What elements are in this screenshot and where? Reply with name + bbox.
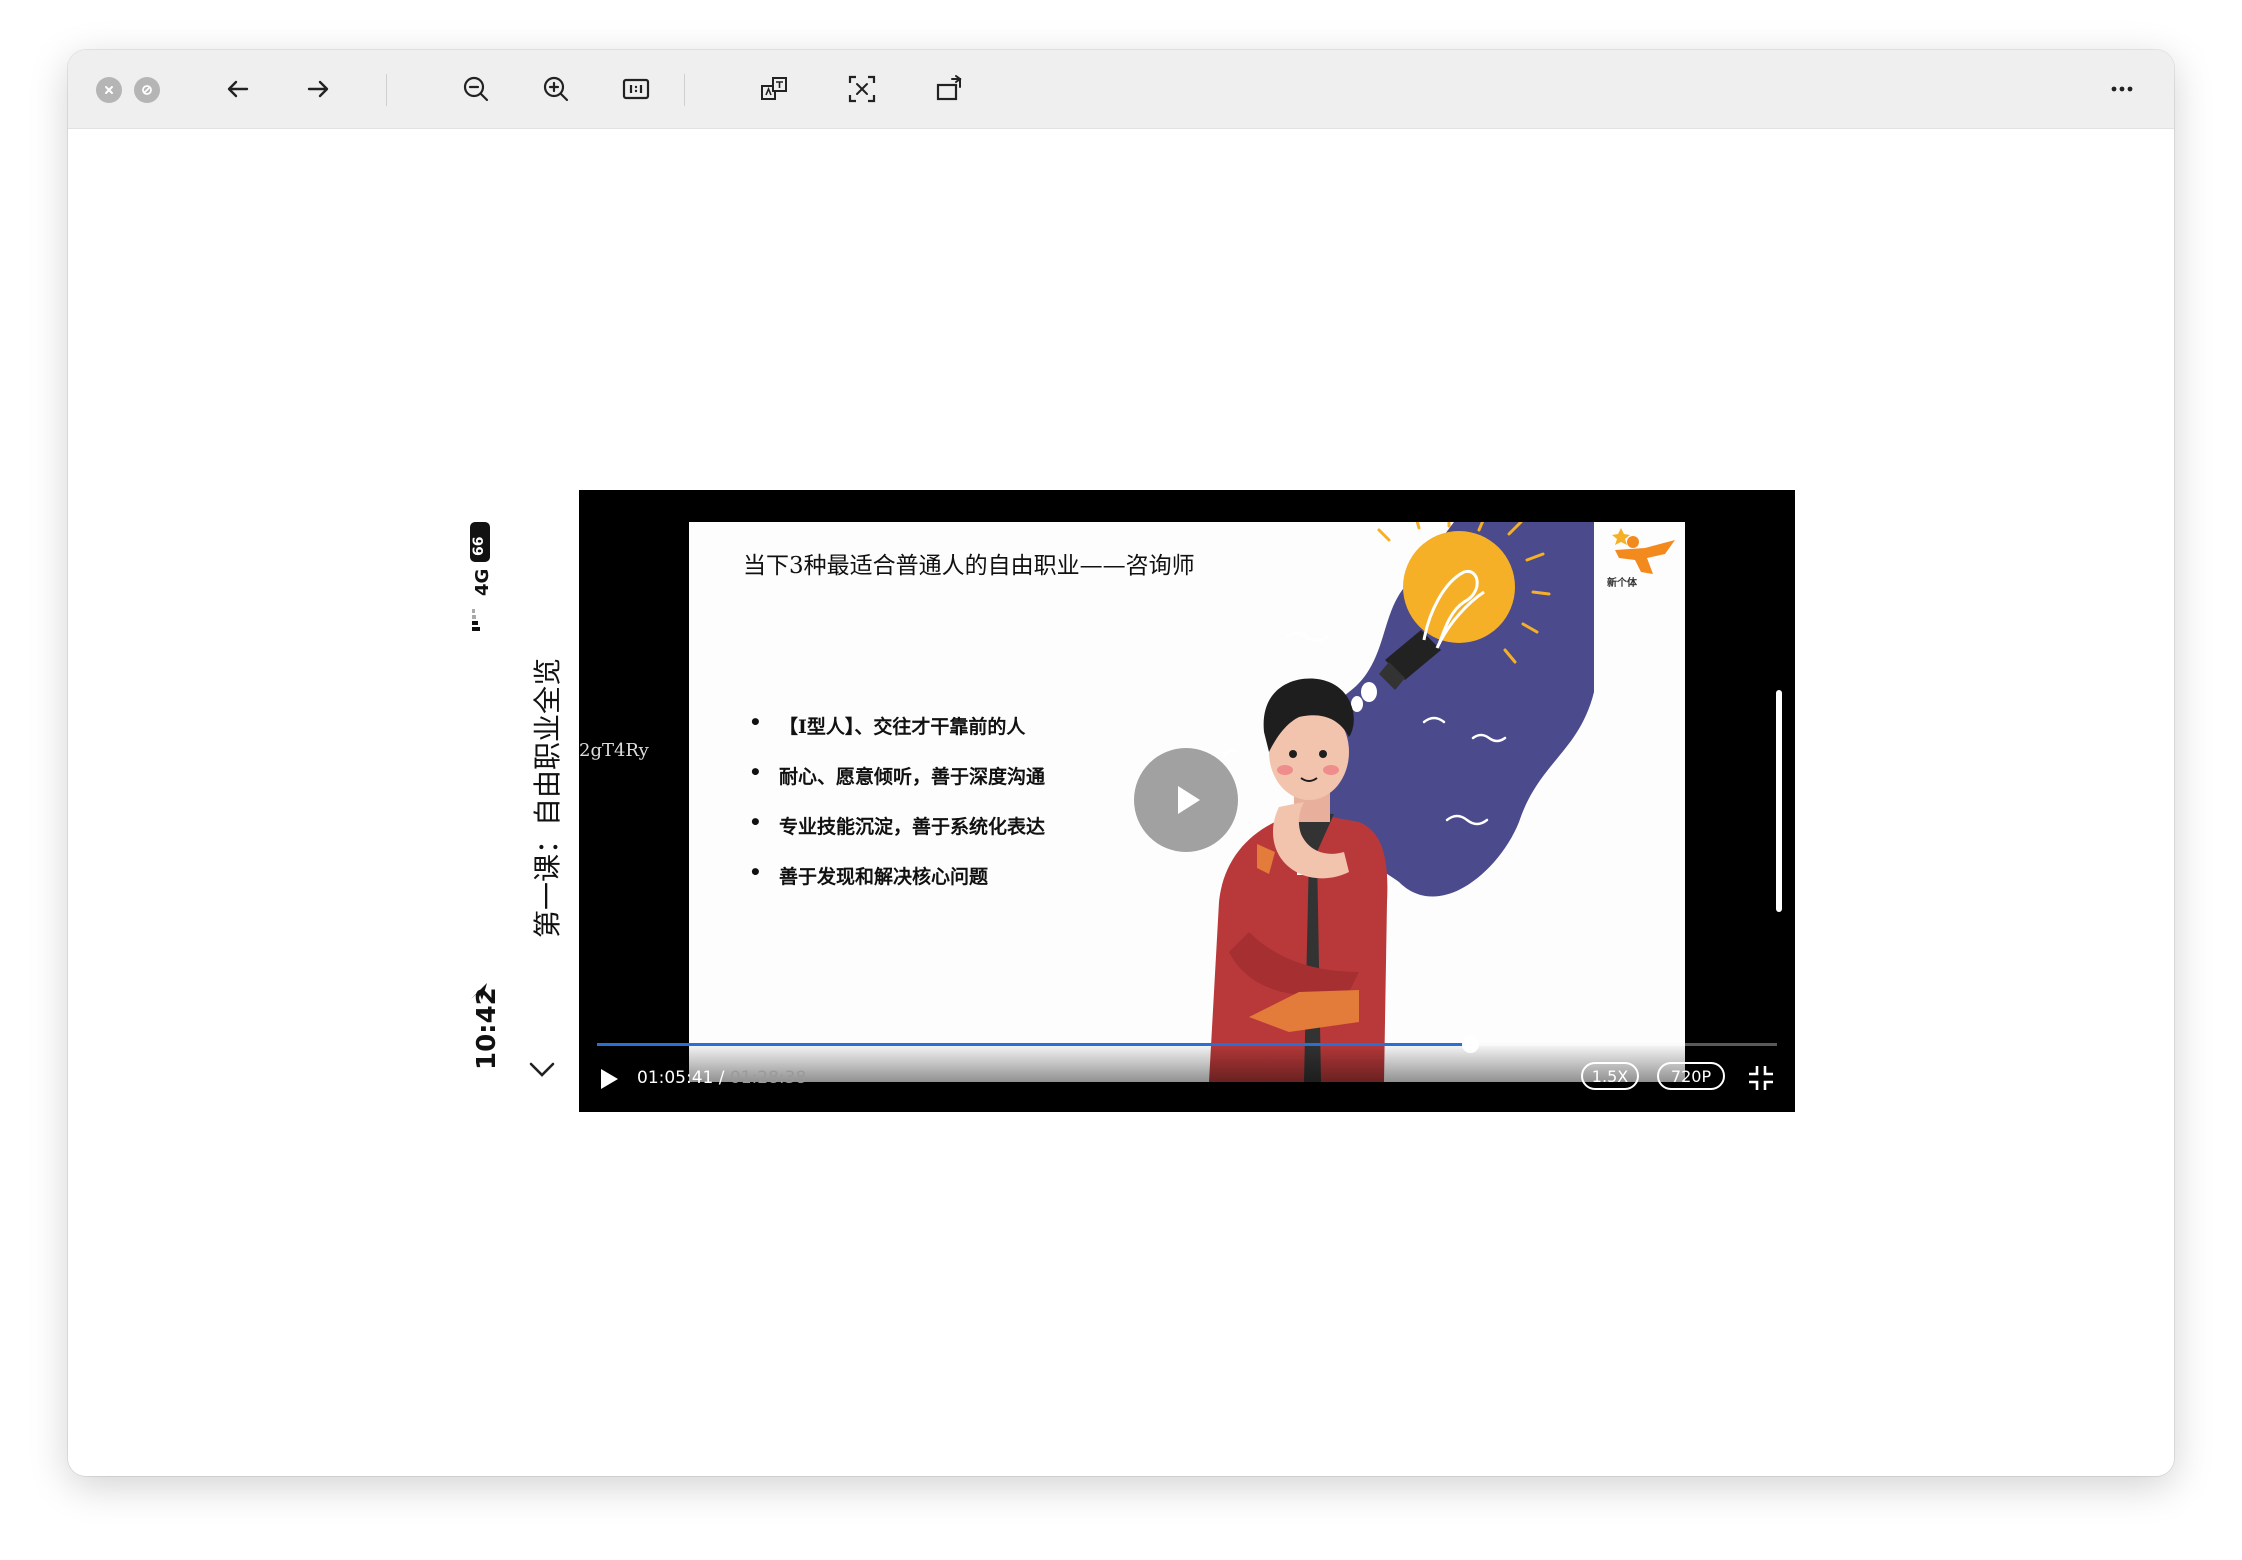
logo-text: 新个体 — [1607, 578, 1637, 589]
zoom-out-icon — [463, 76, 489, 102]
toolbar — [68, 50, 2174, 129]
thinking-man-illustration — [1209, 522, 1594, 1082]
bullet-item: 专业技能沉淀，善于系统化表达 — [749, 810, 1045, 862]
signal-icon — [472, 609, 480, 631]
arrow-left-icon — [227, 80, 249, 98]
battery-icon: 66 — [470, 522, 490, 562]
bullet-item: 善于发现和解决核心问题 — [749, 860, 1045, 912]
zoom-in-button[interactable] — [534, 67, 578, 111]
text-recognition-button[interactable] — [840, 67, 884, 111]
watermark: 2gT4Ry — [579, 740, 649, 761]
play-icon[interactable] — [597, 1066, 621, 1092]
video-player[interactable]: 2gT4Ry 当下3种最适合普通人的自由职业——咨询师 【I型人】、交往才干靠前… — [579, 490, 1795, 1112]
current-time: 01:05:41 — [637, 1068, 714, 1088]
course-title: 第一课：自由职业全览 — [531, 657, 564, 938]
rotate-button[interactable] — [928, 67, 972, 111]
close-window-button[interactable] — [96, 77, 122, 103]
bullet-item: 【I型人】、交往才干靠前的人 — [749, 710, 1045, 762]
battery-level: 66 — [471, 536, 487, 556]
quality-button[interactable]: 720P — [1657, 1062, 1725, 1090]
minimize-window-button[interactable] — [134, 77, 160, 103]
total-time: 01:28:38 — [729, 1068, 807, 1088]
slide-bullets: 【I型人】、交往才干靠前的人 耐心、愿意倾听，善于深度沟通 专业技能沉淀，善于系… — [749, 710, 1045, 912]
translate-icon — [761, 77, 787, 100]
speed-button[interactable]: 1.5X — [1581, 1062, 1639, 1090]
exit-fullscreen-icon[interactable] — [1747, 1064, 1775, 1092]
vertical-scrollbar[interactable] — [1776, 690, 1782, 912]
play-icon — [1178, 786, 1200, 814]
forward-button[interactable] — [296, 67, 340, 111]
block-icon — [142, 85, 152, 95]
more-icon — [2111, 86, 2133, 92]
rotate-icon — [936, 75, 962, 101]
zoom-out-button[interactable] — [454, 67, 498, 111]
bullet-item: 耐心、愿意倾听，善于深度沟通 — [749, 760, 1045, 812]
actual-size-icon — [622, 78, 650, 100]
more-button[interactable] — [2100, 67, 2144, 111]
progress-fill — [597, 1043, 1471, 1046]
center-play-button[interactable] — [1134, 748, 1238, 852]
back-button[interactable] — [216, 67, 260, 111]
arrow-right-icon — [307, 80, 329, 98]
location-arrow-icon — [471, 983, 487, 1000]
time-separator: / — [713, 1068, 730, 1088]
actual-size-button[interactable] — [614, 67, 658, 111]
toolbar-divider — [386, 74, 387, 106]
toolbar-divider — [684, 74, 685, 106]
time-display: 01:05:41 / 01:28:38 — [637, 1068, 806, 1088]
close-icon — [105, 86, 113, 94]
network-label: 4G — [472, 568, 493, 596]
chevron-down-icon[interactable] — [528, 1060, 556, 1080]
scan-text-icon — [848, 75, 876, 103]
translate-button[interactable] — [752, 67, 796, 111]
slide-title: 当下3种最适合普通人的自由职业——咨询师 — [743, 553, 1195, 579]
zoom-in-icon — [543, 76, 569, 102]
progress-bar[interactable] — [597, 1036, 1777, 1053]
